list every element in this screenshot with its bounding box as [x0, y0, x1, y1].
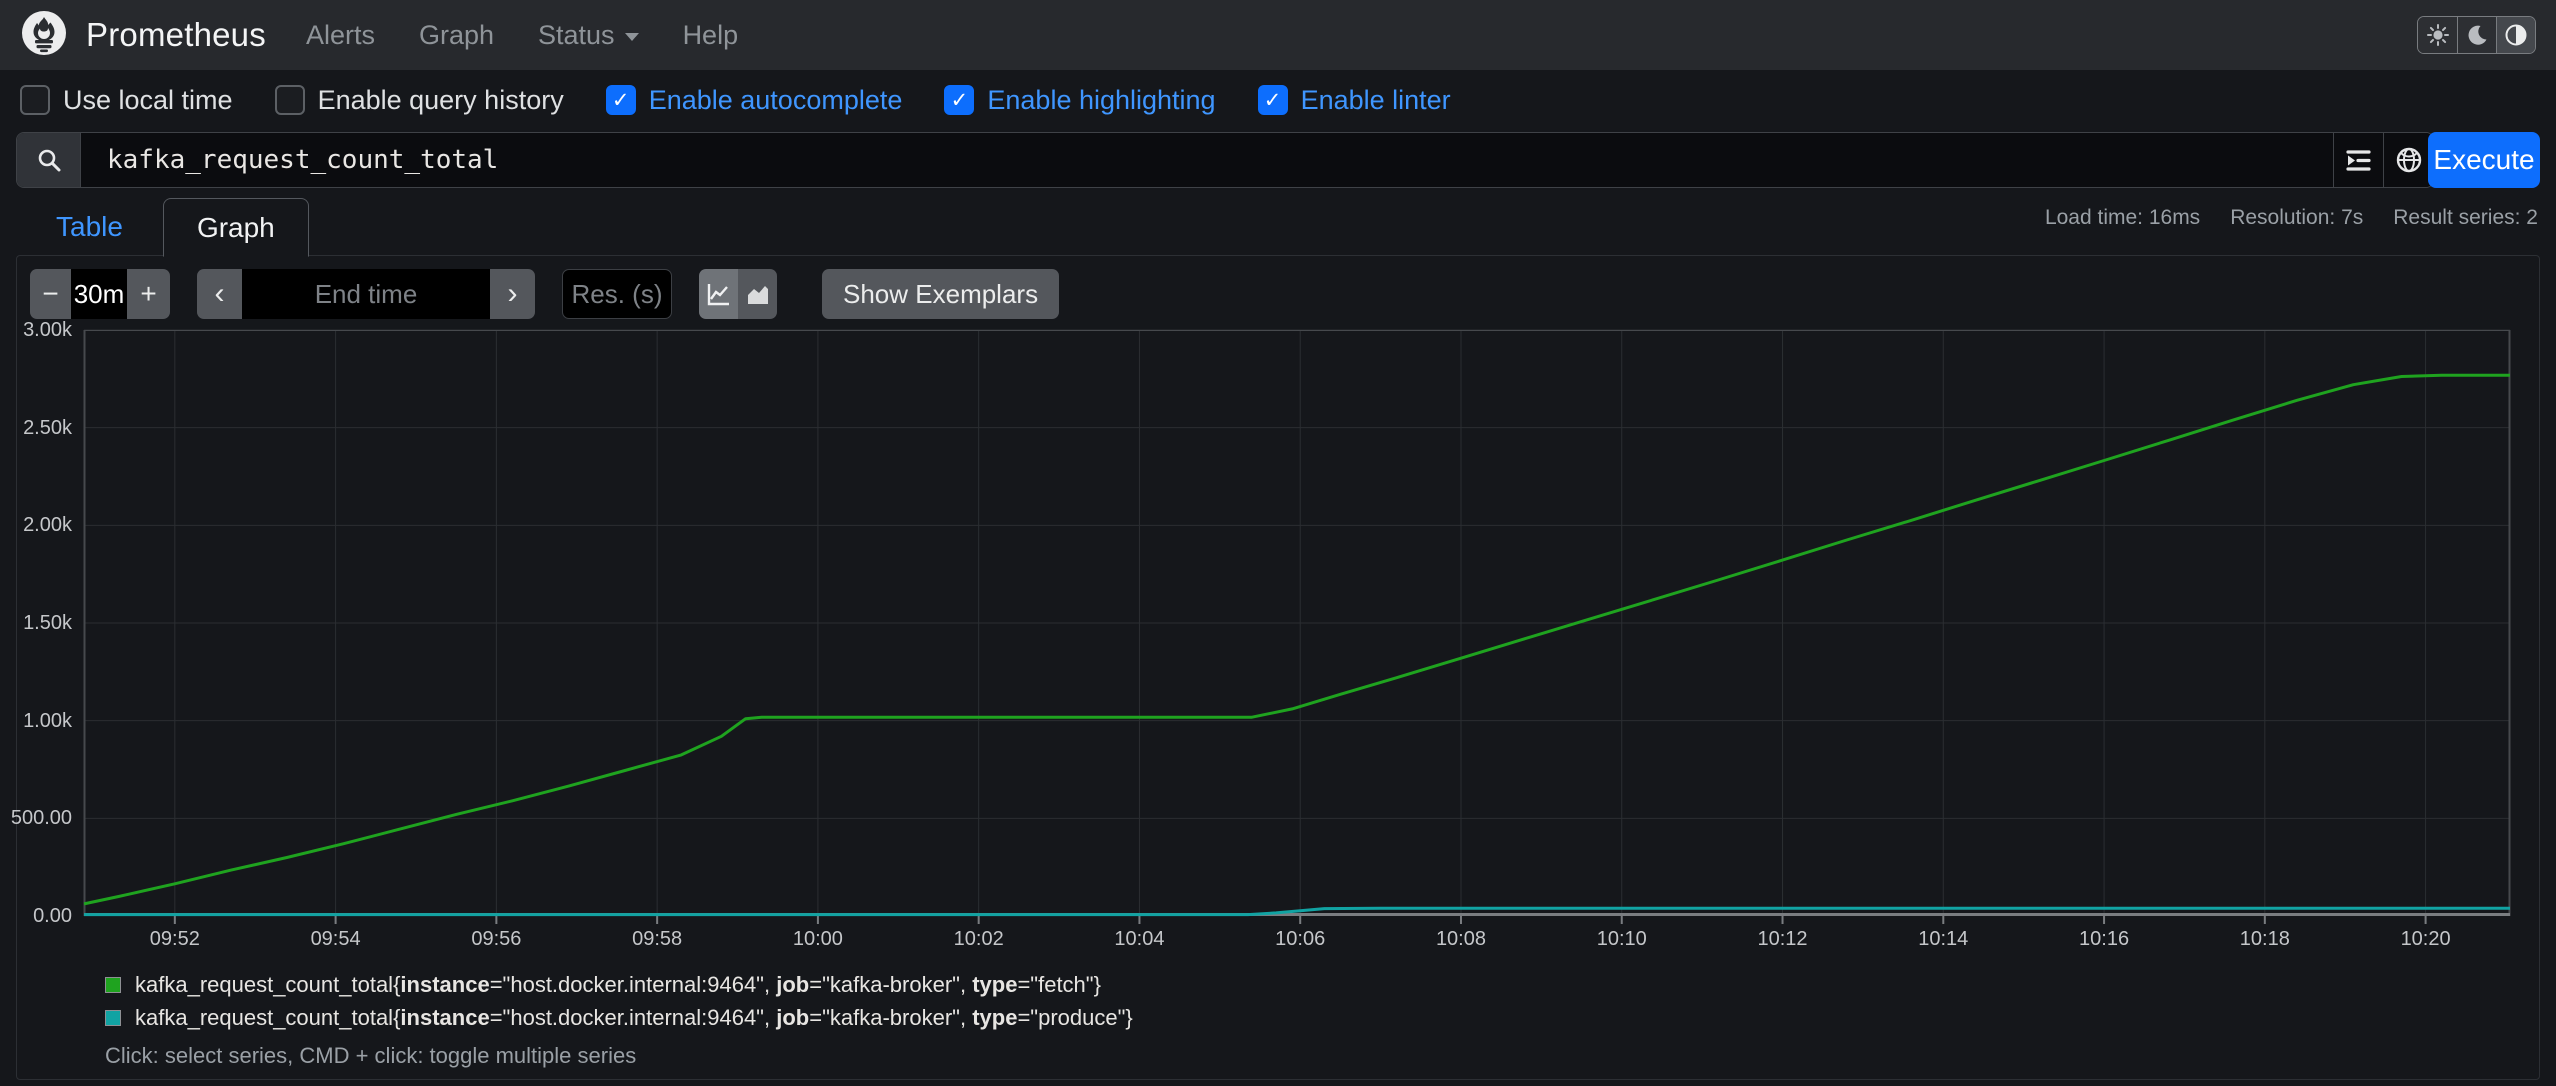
y-axis-tick-label: 3.00k — [23, 319, 72, 341]
light-theme-button[interactable] — [2418, 17, 2457, 53]
nav-item-graph[interactable]: Graph — [419, 20, 494, 51]
resolution-stat: Resolution: 7s — [2230, 206, 2364, 229]
series-line — [83, 373, 2510, 906]
option-label: Enable linter — [1300, 84, 1451, 115]
nav-item-help[interactable]: Help — [683, 20, 739, 51]
y-axis-tick-label: 500.00 — [10, 807, 72, 830]
x-axis-tick-label: 10:00 — [792, 928, 843, 950]
circle-half-icon — [2505, 24, 2527, 46]
load-time-stat: Load time: 16ms — [2044, 206, 2201, 229]
prometheus-brand[interactable]: Prometheus — [22, 10, 266, 60]
y-axis-tick-label: 2.50k — [23, 416, 72, 439]
query-expression-input[interactable] — [81, 133, 2333, 187]
x-axis-tick-label: 10:08 — [1435, 928, 1486, 950]
query-row: Execute — [16, 132, 2540, 188]
y-axis-tick-label: 2.00k — [23, 514, 72, 537]
nav-item-status[interactable]: Status — [538, 20, 639, 51]
auto-theme-button[interactable] — [2496, 17, 2535, 53]
y-axis-tick-label: 1.50k — [23, 612, 72, 634]
checkbox-icon: ✓ — [274, 85, 305, 115]
checkbox-icon: ✓ — [944, 85, 975, 115]
prometheus-logo-icon — [22, 10, 66, 60]
option-use-local-time[interactable]: ✓ Use local time — [20, 85, 233, 116]
query-input-group — [16, 132, 2434, 188]
query-options-row: ✓ Use local time ✓ Enable query history … — [0, 70, 2556, 130]
dark-theme-button[interactable] — [2457, 17, 2496, 53]
nav-links: Alerts Graph Status Help — [306, 20, 738, 51]
x-axis-tick-label: 10:02 — [953, 928, 1004, 950]
legend-swatch — [105, 1009, 121, 1026]
legend-item[interactable]: kafka_request_count_total{instance="host… — [105, 1001, 1133, 1034]
option-label: Use local time — [63, 84, 233, 115]
x-axis-tick-label: 10:14 — [1918, 928, 1969, 950]
execute-button[interactable]: Execute — [2428, 132, 2540, 188]
tab-table[interactable]: Table — [16, 198, 163, 256]
x-axis-tick-label: 09:56 — [471, 928, 522, 950]
y-axis-tick-label: 0.00 — [33, 905, 72, 927]
navbar: Prometheus Alerts Graph Status Help — [0, 0, 2556, 70]
option-query-history[interactable]: ✓ Enable query history — [274, 84, 564, 116]
search-addon — [17, 133, 81, 187]
sun-icon — [2426, 24, 2449, 46]
tab-graph[interactable]: Graph — [162, 198, 309, 257]
metrics-explorer-icon — [2346, 149, 2371, 171]
option-label: Enable query history — [317, 84, 564, 115]
metrics-explorer-button[interactable] — [2333, 133, 2383, 187]
nav-item-status-label: Status — [538, 19, 615, 50]
x-axis-tick-label: 10:20 — [2400, 928, 2451, 950]
option-autocomplete[interactable]: ✓ Enable autocomplete — [605, 84, 903, 116]
chart-legend: kafka_request_count_total{instance="host… — [105, 968, 1133, 1069]
option-linter[interactable]: ✓ Enable linter — [1257, 84, 1451, 116]
moon-icon — [2468, 25, 2487, 45]
x-axis-tick-label: 10:04 — [1114, 928, 1165, 950]
theme-toggle-group — [2417, 16, 2536, 54]
checkbox-icon: ✓ — [20, 85, 50, 115]
x-axis-tick-label: 09:54 — [310, 928, 361, 950]
y-axis-tick-label: 1.00k — [23, 709, 72, 732]
legend-series-name: kafka_request_count_total{instance="host… — [135, 971, 1101, 997]
chart-region: 0.00 500.00 1.00k 1.50k 2.00k 2.50k 3.00k 09:52… — [11, 256, 2539, 1079]
legend-swatch — [105, 976, 121, 993]
chevron-down-icon — [624, 33, 639, 41]
search-icon — [38, 149, 60, 172]
legend-series-name: kafka_request_count_total{instance="host… — [135, 1004, 1133, 1030]
option-highlighting[interactable]: ✓ Enable highlighting — [944, 84, 1216, 116]
x-axis-tick-label: 10:18 — [2239, 928, 2290, 950]
graph-panel: − + ‹ › Show Exemplars 0.0 — [11, 255, 2540, 1080]
nav-item-alerts[interactable]: Alerts — [306, 20, 375, 51]
query-stats: Load time: 16ms Resolution: 7s Result se… — [2045, 206, 2538, 230]
x-axis-tick-label: 10:06 — [1275, 928, 1326, 950]
checkbox-icon: ✓ — [605, 85, 636, 115]
option-label: Enable autocomplete — [648, 84, 903, 115]
app-title: Prometheus — [86, 16, 266, 53]
legend-hint: Click: select series, CMD + click: toggl… — [105, 1043, 637, 1068]
legend-item[interactable]: kafka_request_count_total{instance="host… — [105, 968, 1133, 1001]
x-axis-tick-label: 10:12 — [1757, 928, 1808, 950]
time-series-plot[interactable]: 0.00 500.00 1.00k 1.50k 2.00k 2.50k 3.00k 09:52… — [11, 319, 2511, 950]
x-axis-tick-label: 09:52 — [149, 928, 200, 950]
x-axis-tick-label: 09:58 — [632, 928, 683, 950]
result-series-stat: Result series: 2 — [2393, 206, 2538, 229]
checkbox-icon: ✓ — [1257, 85, 1288, 115]
local-time-globe-button[interactable] — [2383, 133, 2433, 187]
x-axis-tick-label: 10:16 — [2079, 928, 2130, 950]
globe-icon — [2396, 147, 2421, 173]
x-axis-tick-label: 10:10 — [1596, 928, 1647, 950]
option-label: Enable highlighting — [987, 84, 1216, 115]
